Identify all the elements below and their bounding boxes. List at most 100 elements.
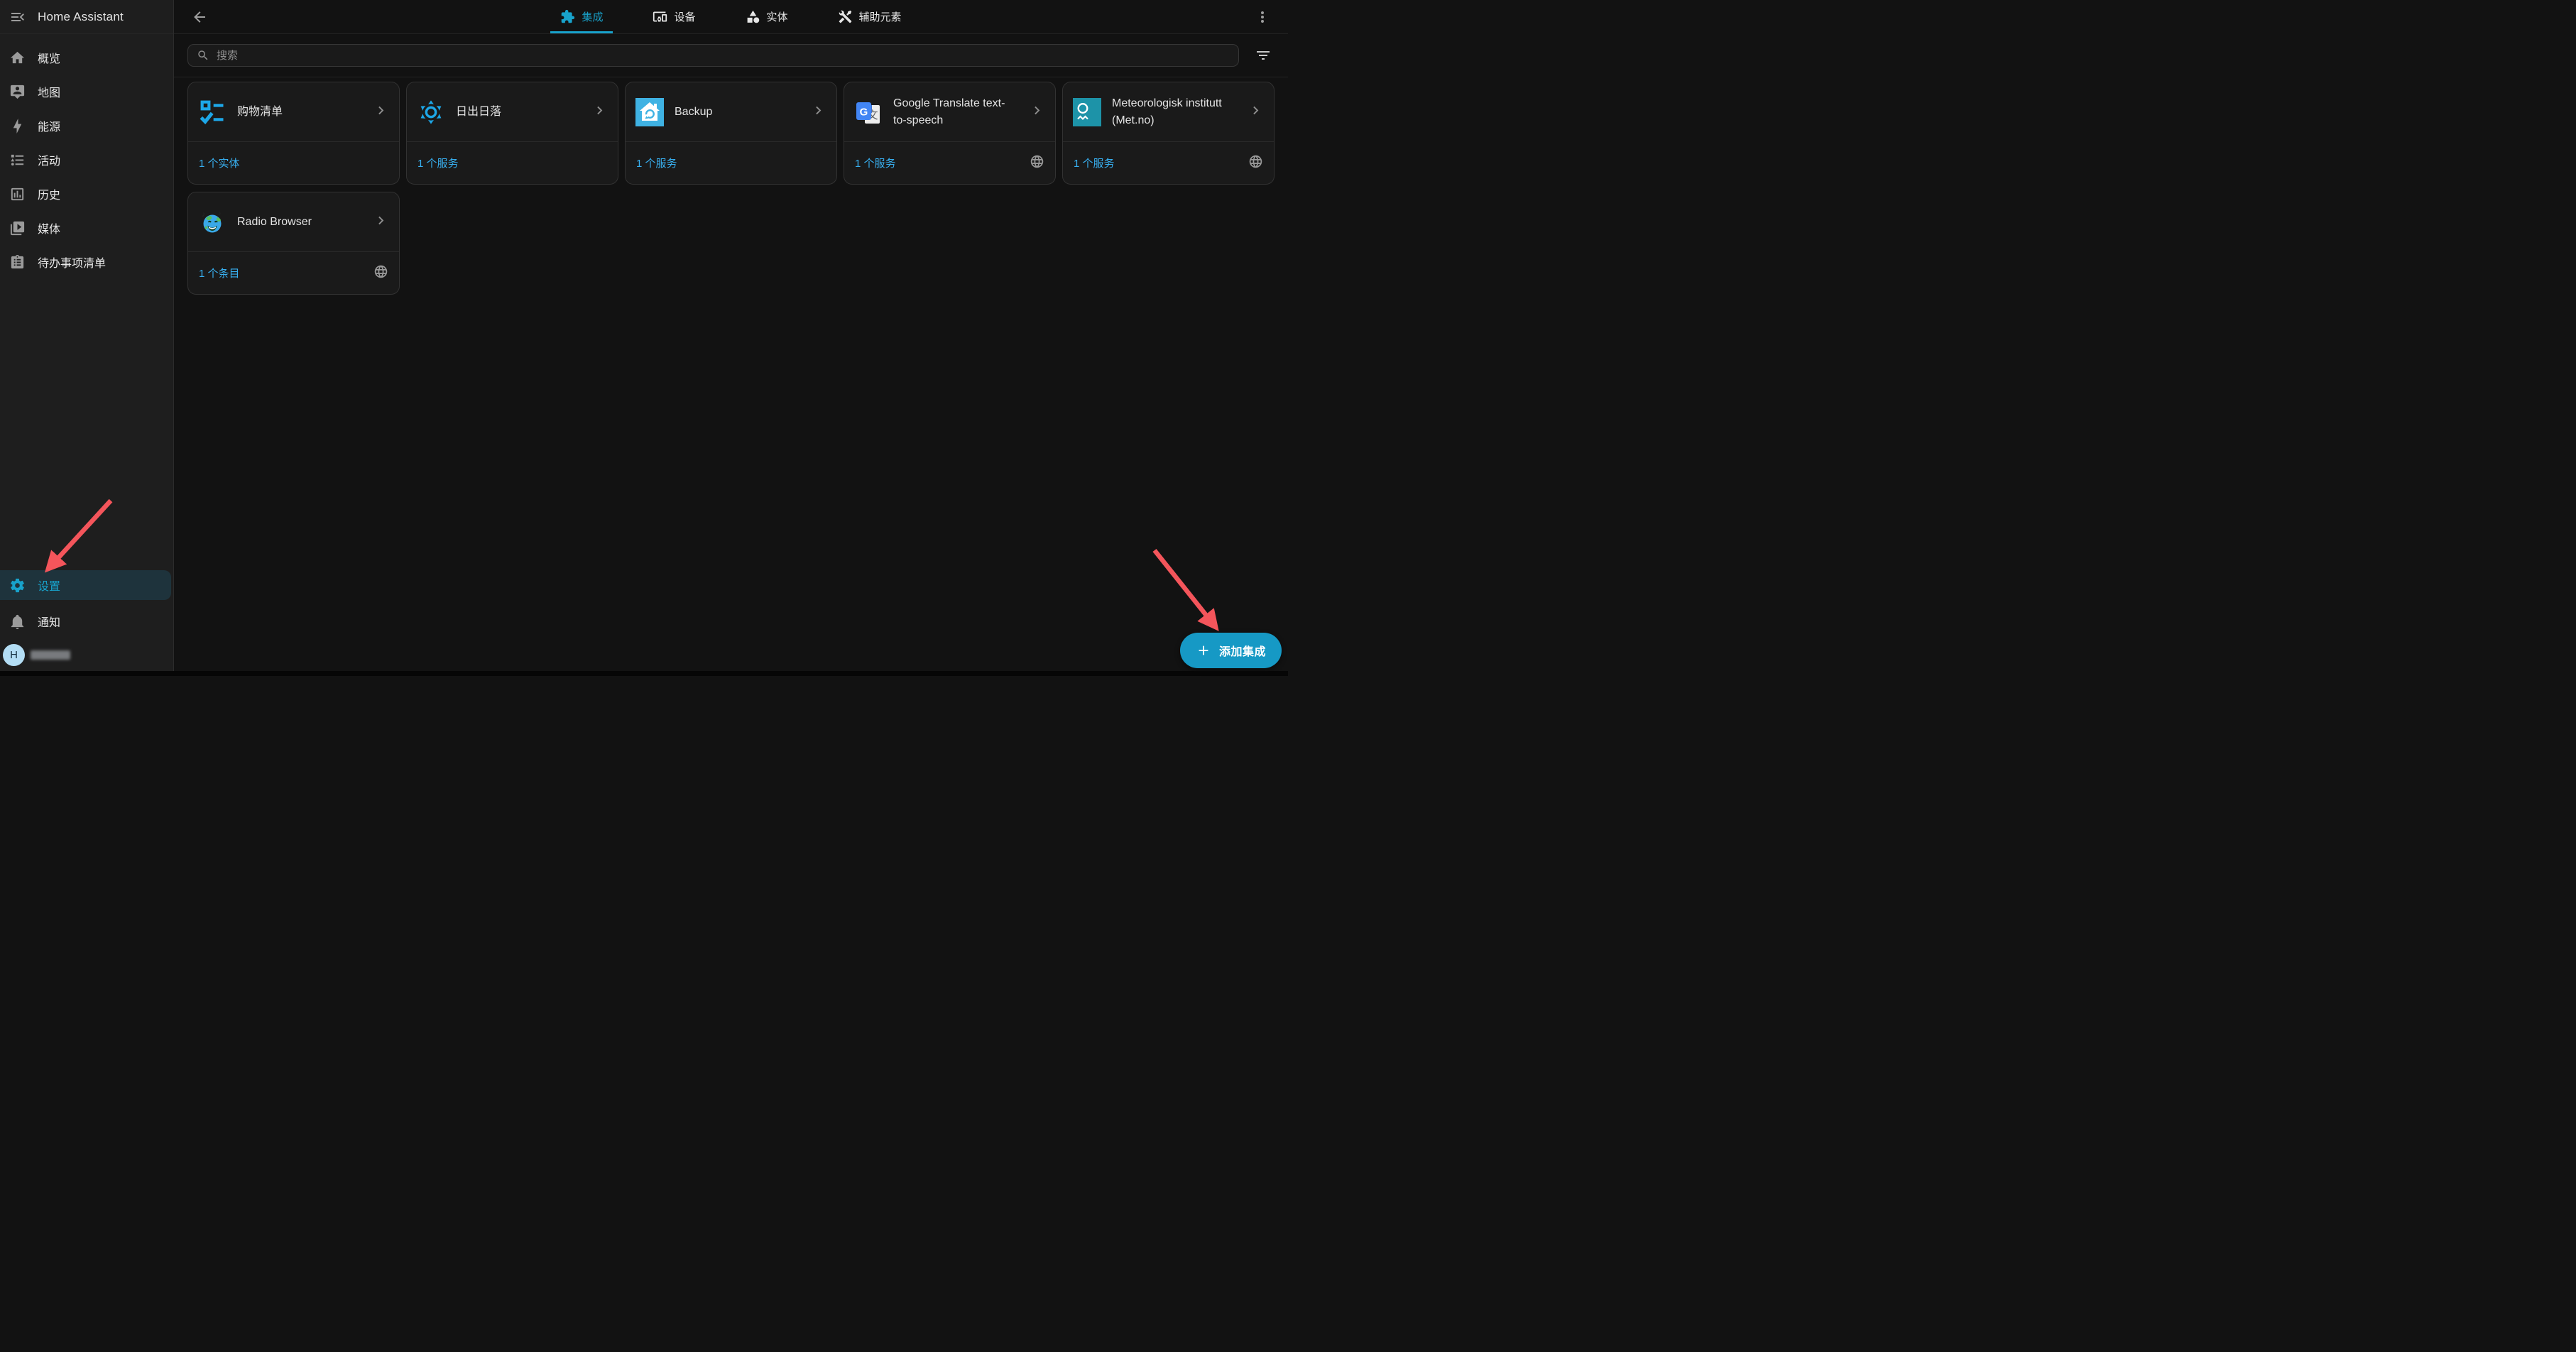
integration-name: Radio Browser (237, 214, 362, 230)
tab-label: 集成 (582, 9, 603, 24)
svg-text:♪: ♪ (218, 209, 222, 217)
add-integration-button[interactable]: 添加集成 (1180, 633, 1282, 668)
tools-icon (838, 9, 853, 24)
svg-text:♪: ♪ (202, 210, 206, 219)
main-content: 集成 设备 实体 辅助元素 (174, 0, 1288, 676)
home-icon (9, 50, 26, 66)
gear-icon (9, 577, 26, 594)
tab-devices[interactable]: 设备 (643, 0, 705, 33)
tab-label: 实体 (767, 9, 788, 24)
sidebar-item-logbook[interactable]: 活动 (0, 143, 173, 177)
search-icon (197, 49, 209, 62)
integration-card-google-translate[interactable]: 文G Google Translate text-to-speech 1 个服务 (844, 82, 1056, 185)
add-integration-label: 添加集成 (1219, 642, 1266, 659)
sidebar-item-label: 媒体 (38, 219, 60, 236)
bell-icon (9, 614, 26, 630)
sidebar-item-todo[interactable]: 待办事项清单 (0, 245, 173, 279)
card-header[interactable]: Meteorologisk institutt (Met.no) (1063, 82, 1274, 142)
overflow-menu-button[interactable] (1251, 6, 1274, 28)
card-header[interactable]: Backup (626, 82, 836, 142)
sidebar-item-label: 设置 (38, 577, 60, 594)
shopping-list-icon (198, 98, 227, 126)
integration-name: 购物清单 (237, 104, 362, 120)
card-footer: 1 个服务 (407, 142, 618, 184)
backup-logo (635, 98, 664, 126)
services-link[interactable]: 1 个服务 (636, 156, 677, 170)
sidebar-profile[interactable]: H (0, 638, 173, 671)
search-input[interactable] (217, 50, 1230, 62)
list-bulleted-type-icon (9, 152, 26, 168)
entries-link[interactable]: 1 个条目 (199, 266, 240, 280)
tab-entities[interactable]: 实体 (736, 0, 798, 33)
card-header[interactable]: 日出日落 (407, 82, 618, 142)
integration-name: Google Translate text-to-speech (893, 95, 1018, 128)
integration-name: Meteorologisk institutt (Met.no) (1112, 95, 1237, 128)
svg-text:G: G (860, 106, 868, 118)
chevron-right-icon[interactable] (373, 212, 389, 232)
card-header[interactable]: ♪♪ Radio Browser (188, 192, 399, 252)
tab-label: 设备 (674, 9, 695, 24)
services-link[interactable]: 1 个服务 (1074, 156, 1115, 170)
integration-card-shopping-list[interactable]: 购物清单 1 个实体 (187, 82, 400, 185)
sidebar-item-label: 地图 (38, 83, 60, 100)
sidebar-header: Home Assistant (0, 0, 173, 34)
chevron-right-icon[interactable] (810, 102, 826, 122)
devices-icon (653, 9, 667, 24)
arrow-left-icon (191, 9, 208, 26)
top-bar: 集成 设备 实体 辅助元素 (174, 0, 1288, 34)
chevron-right-icon[interactable] (591, 102, 608, 122)
sidebar: Home Assistant 概览 地图 能源 活动 历史 (0, 0, 174, 676)
card-footer: 1 个条目 (188, 252, 399, 294)
chevron-right-icon[interactable] (1029, 102, 1045, 122)
chevron-right-icon[interactable] (1248, 102, 1264, 122)
dots-vertical-icon (1254, 9, 1271, 26)
sidebar-item-settings[interactable]: 设置 (0, 570, 171, 600)
services-link[interactable]: 1 个服务 (417, 156, 459, 170)
chart-box-icon (9, 186, 26, 202)
card-header[interactable]: 文G Google Translate text-to-speech (844, 82, 1055, 142)
radio-browser-logo: ♪♪ (198, 208, 227, 236)
filter-variant-icon (1255, 47, 1272, 64)
sidebar-item-map[interactable]: 地图 (0, 75, 173, 109)
sidebar-item-overview[interactable]: 概览 (0, 40, 173, 75)
sidebar-item-label: 概览 (38, 49, 60, 66)
puzzle-icon (560, 9, 575, 24)
sidebar-item-notifications[interactable]: 通知 (0, 604, 173, 638)
plus-icon (1196, 643, 1211, 658)
sidebar-item-label: 能源 (38, 117, 60, 134)
sun-icon (417, 98, 445, 126)
sidebar-item-media[interactable]: 媒体 (0, 211, 173, 245)
filter-button[interactable] (1252, 44, 1275, 67)
app-title: Home Assistant (38, 10, 124, 24)
tab-bar: 集成 设备 实体 辅助元素 (174, 0, 1288, 33)
sidebar-item-label: 活动 (38, 151, 60, 168)
menu-open-icon (9, 9, 26, 26)
integration-card-sun[interactable]: 日出日落 1 个服务 (406, 82, 618, 185)
screen-bottom-strip (0, 671, 1288, 676)
search-toolbar (174, 34, 1288, 77)
sidebar-item-history[interactable]: 历史 (0, 177, 173, 211)
integration-card-met-no[interactable]: Meteorologisk institutt (Met.no) 1 个服务 (1062, 82, 1275, 185)
services-link[interactable]: 1 个服务 (855, 156, 896, 170)
home-assistant-app: Home Assistant 概览 地图 能源 活动 历史 (0, 0, 1288, 676)
clipboard-list-icon (9, 254, 26, 271)
search-box[interactable] (187, 44, 1239, 67)
integration-card-radio-browser[interactable]: ♪♪ Radio Browser 1 个条目 (187, 192, 400, 295)
back-button[interactable] (188, 6, 211, 28)
tab-helpers[interactable]: 辅助元素 (828, 0, 912, 33)
entities-link[interactable]: 1 个实体 (199, 156, 240, 170)
sidebar-item-label: 历史 (38, 185, 60, 202)
integration-card-backup[interactable]: Backup 1 个服务 (625, 82, 837, 185)
sidebar-toggle-button[interactable] (9, 9, 26, 26)
chevron-right-icon[interactable] (373, 102, 389, 122)
card-header[interactable]: 购物清单 (188, 82, 399, 142)
sidebar-item-energy[interactable]: 能源 (0, 109, 173, 143)
sidebar-bottom: 设置 通知 H (0, 570, 173, 671)
met-no-logo (1073, 98, 1101, 126)
card-footer: 1 个实体 (188, 142, 399, 184)
cloud-globe-icon (373, 264, 388, 283)
avatar[interactable]: H (3, 644, 25, 666)
card-footer: 1 个服务 (626, 142, 836, 184)
sidebar-nav: 概览 地图 能源 活动 历史 媒体 (0, 40, 173, 279)
tab-integrations[interactable]: 集成 (550, 0, 613, 33)
